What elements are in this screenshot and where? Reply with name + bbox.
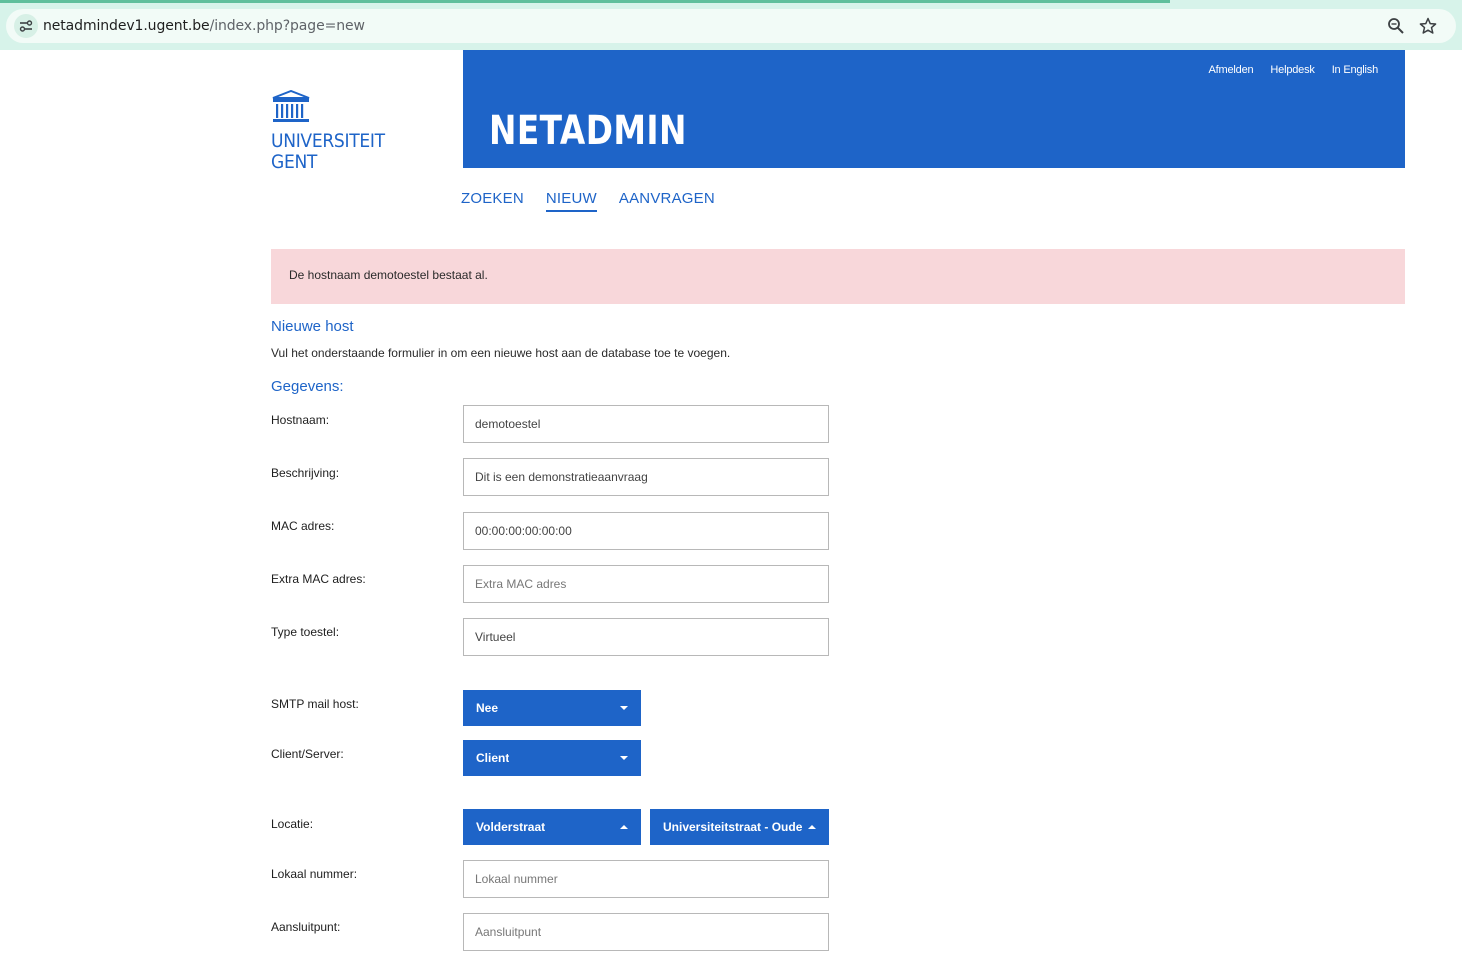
language-link[interactable]: In English	[1332, 64, 1379, 76]
nav-search[interactable]: ZOEKEN	[461, 190, 524, 212]
client-server-selected: Client	[476, 751, 510, 765]
nav-requests[interactable]: AANVRAGEN	[619, 190, 715, 212]
device-type-label: Type toestel:	[271, 625, 340, 639]
university-building-icon	[272, 89, 310, 122]
device-type-input[interactable]: Virtueel	[463, 618, 829, 656]
browser-toolbar: netadmindev1.ugent.be/index.php?page=new	[0, 0, 1462, 50]
description-input[interactable]: Dit is een demonstratieaanvraag	[463, 458, 829, 496]
hostname-label: Hostnaam:	[271, 413, 330, 427]
url-text[interactable]: netadmindev1.ugent.be/index.php?page=new	[43, 18, 365, 34]
utility-links: Afmelden Helpdesk In English	[1209, 64, 1379, 76]
section-heading: Gegevens:	[271, 378, 344, 395]
form-intro: Vul het onderstaande formulier in om een…	[271, 346, 731, 360]
location-building-dropdown[interactable]: Universiteitstraat - Oude S	[650, 809, 829, 845]
extra-mac-placeholder: Extra MAC adres	[475, 577, 567, 591]
logout-link[interactable]: Afmelden	[1209, 64, 1254, 76]
outlet-placeholder: Aansluitpunt	[475, 925, 542, 939]
address-bar[interactable]: netadmindev1.ugent.be/index.php?page=new	[6, 9, 1456, 43]
client-server-dropdown[interactable]: Client	[463, 740, 641, 776]
smtp-label: SMTP mail host:	[271, 697, 359, 711]
room-label: Lokaal nummer:	[271, 867, 358, 881]
url-host: netadmindev1.ugent.be	[43, 18, 210, 34]
hostname-value: demotoestel	[475, 417, 541, 431]
location-street-selected: Volderstraat	[476, 820, 546, 834]
chevron-down-icon	[620, 706, 628, 710]
mac-input[interactable]: 00:00:00:00:00:00	[463, 512, 829, 550]
hostname-input[interactable]: demotoestel	[463, 405, 829, 443]
nav-new[interactable]: NIEUW	[545, 190, 597, 212]
header-banner: Afmelden Helpdesk In English NETADMIN	[463, 50, 1405, 168]
form-title: Nieuwe host	[271, 318, 354, 335]
outlet-label: Aansluitpunt:	[271, 920, 341, 934]
device-type-value: Virtueel	[475, 630, 516, 644]
url-path: /index.php?page=new	[209, 18, 365, 34]
error-alert: De hostnaam demotoestel bestaat al.	[271, 249, 1405, 304]
outlet-input[interactable]: Aansluitpunt	[463, 913, 829, 951]
room-input[interactable]: Lokaal nummer	[463, 860, 829, 898]
app-title: NETADMIN	[489, 108, 687, 154]
extra-mac-label: Extra MAC adres:	[271, 572, 366, 586]
logo-line-1: UNIVERSITEIT	[271, 130, 385, 152]
mac-value: 00:00:00:00:00:00	[475, 524, 572, 538]
mac-label: MAC adres:	[271, 519, 335, 533]
zoom-icon[interactable]	[1387, 17, 1405, 35]
alert-message: De hostnaam demotoestel bestaat al.	[289, 268, 488, 282]
description-label: Beschrijving:	[271, 466, 340, 480]
location-label: Locatie:	[271, 817, 314, 831]
location-street-dropdown[interactable]: Volderstraat	[463, 809, 641, 845]
logo-wordmark: UNIVERSITEIT GENT	[271, 131, 385, 173]
chevron-up-icon	[808, 825, 816, 829]
room-placeholder: Lokaal nummer	[475, 872, 558, 886]
description-value: Dit is een demonstratieaanvraag	[475, 470, 648, 484]
tab-strip-accent	[0, 0, 1170, 3]
site-info-icon[interactable]	[14, 14, 38, 38]
logo-line-2: GENT	[271, 151, 318, 173]
chevron-down-icon	[620, 756, 628, 760]
smtp-selected: Nee	[476, 701, 499, 715]
smtp-dropdown[interactable]: Nee	[463, 690, 641, 726]
client-server-label: Client/Server:	[271, 747, 344, 761]
location-building-selected: Universiteitstraat - Oude S	[663, 820, 804, 834]
bookmark-star-icon[interactable]	[1419, 17, 1437, 35]
helpdesk-link[interactable]: Helpdesk	[1270, 64, 1314, 76]
extra-mac-input[interactable]: Extra MAC adres	[463, 565, 829, 603]
main-navigation: ZOEKEN NIEUW AANVRAGEN	[461, 190, 715, 212]
chevron-up-icon	[620, 825, 628, 829]
